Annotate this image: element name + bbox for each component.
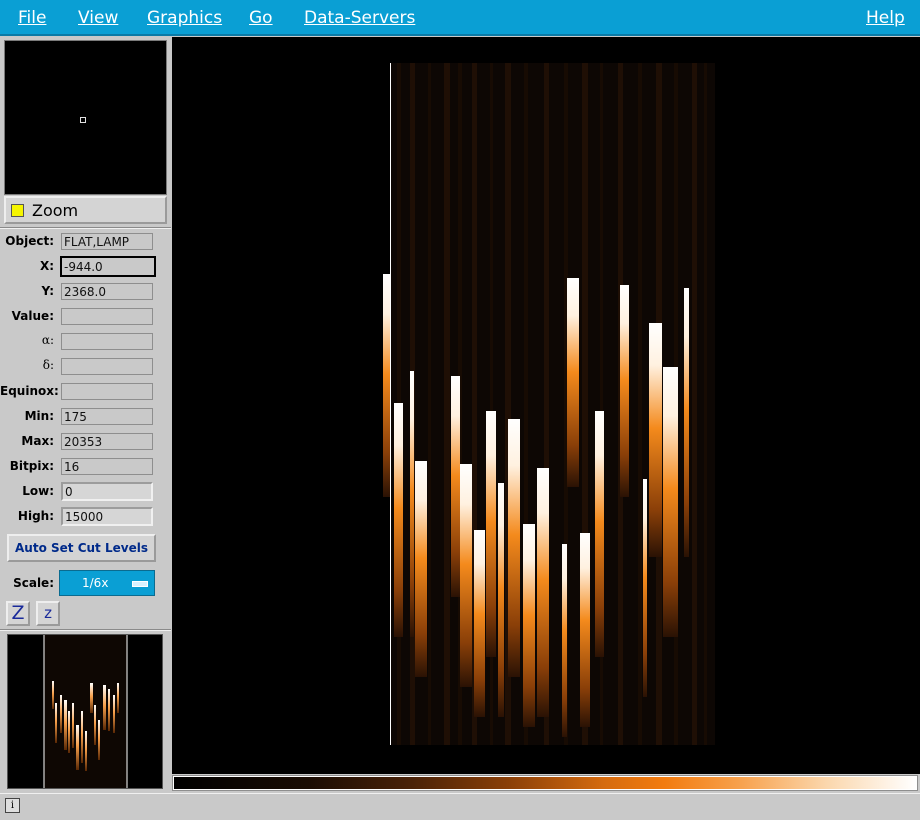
x-field[interactable]: -944.0 xyxy=(60,256,156,277)
emission-line xyxy=(394,403,403,637)
emission-line xyxy=(663,367,678,637)
image-canvas[interactable] xyxy=(172,37,920,774)
max-label: Max: xyxy=(21,434,54,448)
menu-go[interactable]: Go xyxy=(249,8,273,28)
high-label: High: xyxy=(17,509,54,523)
spectrum-image xyxy=(383,63,715,745)
emission-line xyxy=(498,483,504,717)
emission-line xyxy=(567,278,579,487)
info-icon: i xyxy=(5,798,20,813)
pan-indicator[interactable] xyxy=(80,117,86,123)
scale-label: Scale: xyxy=(13,576,54,590)
dropdown-icon xyxy=(132,581,148,587)
separator xyxy=(0,227,171,229)
menu-graphics[interactable]: Graphics xyxy=(147,8,222,28)
pan-window[interactable] xyxy=(4,40,167,195)
y-field: 2368.0 xyxy=(61,283,153,300)
low-input[interactable]: 0 xyxy=(61,482,153,501)
emission-line xyxy=(508,419,520,677)
emission-line xyxy=(643,479,647,697)
faint-streak xyxy=(428,63,431,745)
object-label: Object: xyxy=(5,234,54,248)
emission-line xyxy=(537,468,549,717)
menu-bar: File View Graphics Go Data-Servers Help xyxy=(0,0,920,36)
delta-label: δ: xyxy=(42,358,54,372)
equinox-field xyxy=(61,383,153,400)
colorbar-gradient xyxy=(174,777,916,789)
thumbnail-view[interactable] xyxy=(7,634,163,789)
zoom-toggle-button[interactable]: Zoom xyxy=(4,196,167,224)
zoom-label: Zoom xyxy=(32,201,79,220)
emission-line xyxy=(383,274,391,497)
emission-line xyxy=(451,376,460,597)
faint-streak xyxy=(704,63,707,745)
equinox-label: Equinox: xyxy=(0,384,59,398)
emission-line xyxy=(649,323,662,557)
scale-select[interactable]: 1/6x xyxy=(59,570,155,596)
scale-value: 1/6x xyxy=(82,576,109,590)
skycat-window: File View Graphics Go Data-Servers Help … xyxy=(0,0,920,820)
emission-line xyxy=(580,533,590,727)
zoom-out-button[interactable]: z xyxy=(36,601,60,626)
object-field: FLAT,LAMP xyxy=(61,233,153,250)
menu-data-servers-label: Data-Servers xyxy=(304,8,416,28)
min-label: Min: xyxy=(24,409,54,423)
auto-set-cut-levels-button[interactable]: Auto Set Cut Levels xyxy=(7,534,156,562)
menu-data-servers[interactable]: Data-Servers xyxy=(304,8,415,28)
menu-help[interactable]: Help xyxy=(866,8,905,28)
thumbnail-image xyxy=(43,635,128,788)
status-bar: i xyxy=(0,793,920,820)
emission-line xyxy=(415,461,427,677)
delta-field xyxy=(61,358,153,375)
emission-line xyxy=(410,371,414,637)
emission-line xyxy=(523,524,535,727)
emission-line xyxy=(460,464,472,687)
faint-streak xyxy=(444,63,450,745)
alpha-label: α: xyxy=(41,333,54,347)
min-field: 175 xyxy=(61,408,153,425)
separator xyxy=(0,629,171,631)
high-input[interactable]: 15000 xyxy=(61,507,153,526)
control-panel: Zoom Object: FLAT,LAMP X: -944.0 Y: 2368… xyxy=(0,37,171,792)
menu-graphics-label: Graphics xyxy=(147,8,223,28)
emission-line xyxy=(474,530,485,717)
alpha-field xyxy=(61,333,153,350)
emission-line xyxy=(486,411,496,657)
bitpix-field: 16 xyxy=(61,458,153,475)
zoom-in-button[interactable]: Z xyxy=(6,601,30,626)
menu-file[interactable]: File xyxy=(18,8,46,28)
menu-file-label: File xyxy=(18,8,47,28)
menu-help-label: Help xyxy=(866,8,905,28)
faint-streak xyxy=(692,63,697,745)
x-label: X: xyxy=(39,259,54,273)
y-label: Y: xyxy=(41,284,54,298)
menu-go-label: Go xyxy=(249,8,273,28)
colorbar[interactable] xyxy=(172,775,918,791)
zoom-out-label: z xyxy=(44,604,52,622)
menu-view[interactable]: View xyxy=(78,8,118,28)
bitpix-label: Bitpix: xyxy=(9,459,54,473)
emission-line xyxy=(595,411,604,657)
value-label: Value: xyxy=(11,309,54,323)
value-field xyxy=(61,308,153,325)
emission-line xyxy=(562,544,567,737)
menu-view-label: View xyxy=(78,8,119,28)
max-field: 20353 xyxy=(61,433,153,450)
zoom-in-label: Z xyxy=(11,602,25,624)
faint-streak xyxy=(638,63,642,745)
emission-line xyxy=(620,285,629,497)
emission-line xyxy=(684,288,689,557)
low-label: Low: xyxy=(22,484,54,498)
zoom-indicator-icon xyxy=(11,204,24,217)
